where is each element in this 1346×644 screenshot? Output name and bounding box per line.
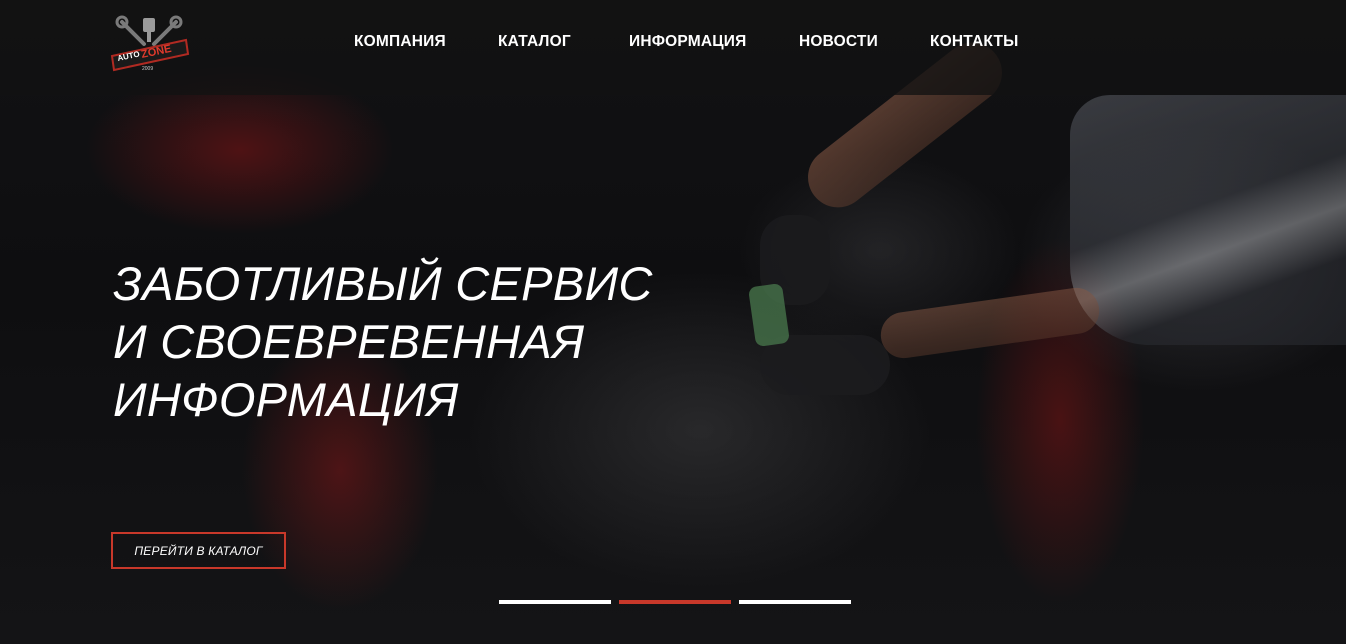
nav-item-information[interactable]: ИНФОРМАЦИЯ [629,33,746,51]
nav-item-catalog[interactable]: КАТАЛОГ [498,33,571,51]
hero-headline-line: ЗАБОТЛИВЫЙ СЕРВИС [113,257,653,310]
nav-item-company[interactable]: КОМПАНИЯ [354,33,446,51]
hero-headline-line: ИНФОРМАЦИЯ [113,373,459,426]
site-header: AUTO ZONE 2009 КОМПАНИЯ КАТАЛОГ ИНФОРМАЦ… [0,0,1346,95]
glove-shape [760,335,890,395]
go-to-catalog-button[interactable]: ПЕРЕЙТИ В КАТАЛОГ [111,532,286,569]
logo-year-text: 2009 [142,66,153,72]
slider-dot[interactable] [499,600,611,604]
slider-dot[interactable] [619,600,731,604]
slider-dot[interactable] [739,600,851,604]
nav-item-contacts[interactable]: КОНТАКТЫ [930,33,1019,51]
main-nav: КОМПАНИЯ КАТАЛОГ ИНФОРМАЦИЯ НОВОСТИ КОНТ… [0,33,1346,57]
hero-headline: ЗАБОТЛИВЫЙ СЕРВИС И СВОЕВРЕВЕННАЯ ИНФОРМ… [113,255,653,429]
nav-item-news[interactable]: НОВОСТИ [799,33,878,51]
hero-headline-line: И СВОЕВРЕВЕННАЯ [113,315,585,368]
mechanic-shirt-shape [1070,95,1346,345]
mechanic-arm-shape [877,284,1103,362]
